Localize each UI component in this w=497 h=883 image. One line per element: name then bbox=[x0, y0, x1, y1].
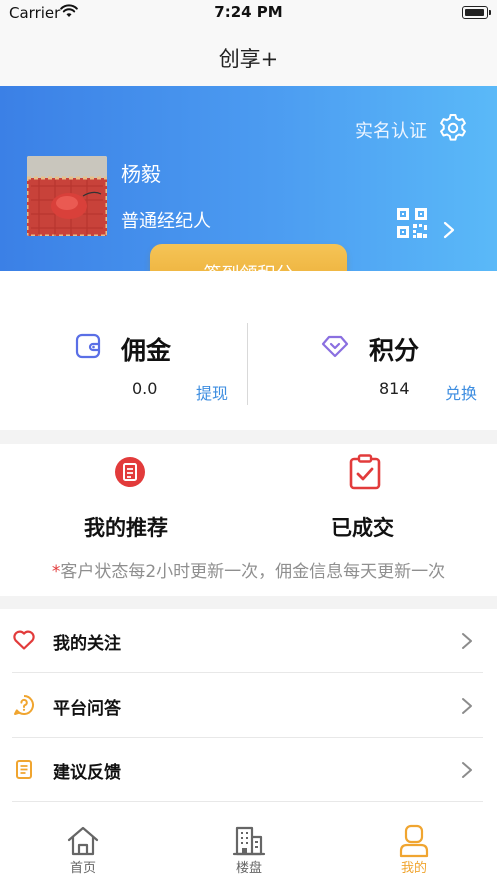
chevron-right-icon bbox=[462, 698, 472, 714]
menu-item-faq[interactable]: 平台问答 bbox=[0, 674, 497, 738]
page-title: 创享+ bbox=[218, 47, 279, 71]
tab-buildings[interactable]: 楼盘 bbox=[166, 805, 332, 883]
avatar-photo bbox=[27, 156, 107, 236]
menu-item-label: 我的关注 bbox=[53, 634, 121, 654]
orders-panel: 我的推荐 已成交 *客户状态每2小时更新一次，佣金信息每天更新一次 bbox=[0, 444, 497, 596]
menu-item-feedback[interactable]: 建议反馈 bbox=[0, 738, 497, 802]
menu-list: 我的关注 平台问答 建议反馈 bbox=[0, 609, 497, 805]
verify-link[interactable]: 实名认证 bbox=[355, 117, 427, 143]
notice-text: 客户状态每2小时更新一次，佣金信息每天更新一次 bbox=[60, 562, 446, 582]
feedback-icon bbox=[16, 760, 32, 779]
tab-label: 我的 bbox=[400, 861, 427, 876]
update-notice: *客户状态每2小时更新一次，佣金信息每天更新一次 bbox=[0, 557, 497, 582]
tab-bar: 首页 楼盘 我的 bbox=[0, 805, 497, 883]
user-role: 普通经纪人 bbox=[121, 211, 211, 232]
avatar[interactable] bbox=[27, 156, 107, 236]
chevron-right-icon bbox=[462, 762, 472, 778]
closed-deals-label[interactable]: 已成交 bbox=[331, 512, 394, 542]
wallet-divider bbox=[247, 323, 248, 405]
heart-icon bbox=[13, 630, 35, 650]
building-icon bbox=[232, 826, 266, 856]
question-icon bbox=[14, 695, 34, 715]
row-divider bbox=[12, 801, 483, 802]
my-recommendations-label[interactable]: 我的推荐 bbox=[84, 512, 168, 542]
tab-home[interactable]: 首页 bbox=[0, 805, 166, 883]
redeem-link[interactable]: 兑换 bbox=[445, 380, 477, 404]
menu-item-label: 建议反馈 bbox=[53, 763, 121, 783]
wallet-icon bbox=[75, 333, 101, 359]
user-name: 杨毅 bbox=[121, 162, 161, 186]
battery-icon bbox=[462, 6, 491, 19]
commission-amount: 0.0 bbox=[132, 379, 158, 398]
gear-icon[interactable] bbox=[437, 112, 469, 144]
points-amount: 814 bbox=[379, 379, 410, 398]
home-icon bbox=[67, 826, 99, 856]
wallet-panel: 佣金 0.0 提现 积分 814 兑换 bbox=[0, 271, 497, 430]
menu-item-label: 平台问答 bbox=[53, 699, 121, 719]
commission-title: 佣金 bbox=[121, 336, 172, 365]
recommend-icon[interactable] bbox=[113, 454, 147, 490]
diamond-icon bbox=[321, 335, 349, 358]
clipboard-check-icon[interactable] bbox=[348, 454, 382, 490]
points-title: 积分 bbox=[369, 336, 420, 365]
row-divider bbox=[12, 672, 483, 673]
tab-mine[interactable]: 我的 bbox=[331, 805, 497, 883]
chevron-right-icon[interactable] bbox=[441, 221, 457, 239]
clock: 7:24 PM bbox=[214, 3, 283, 21]
tab-label: 楼盘 bbox=[235, 861, 262, 876]
status-bar: Carrier 7:24 PM bbox=[0, 0, 497, 26]
tab-label: 首页 bbox=[69, 861, 96, 876]
qr-code-icon[interactable] bbox=[396, 207, 428, 239]
person-icon bbox=[399, 824, 429, 858]
navigation-bar: 创享+ bbox=[0, 26, 497, 86]
menu-item-following[interactable]: 我的关注 bbox=[0, 609, 497, 673]
chevron-right-icon bbox=[462, 633, 472, 649]
withdraw-link[interactable]: 提现 bbox=[196, 380, 228, 404]
